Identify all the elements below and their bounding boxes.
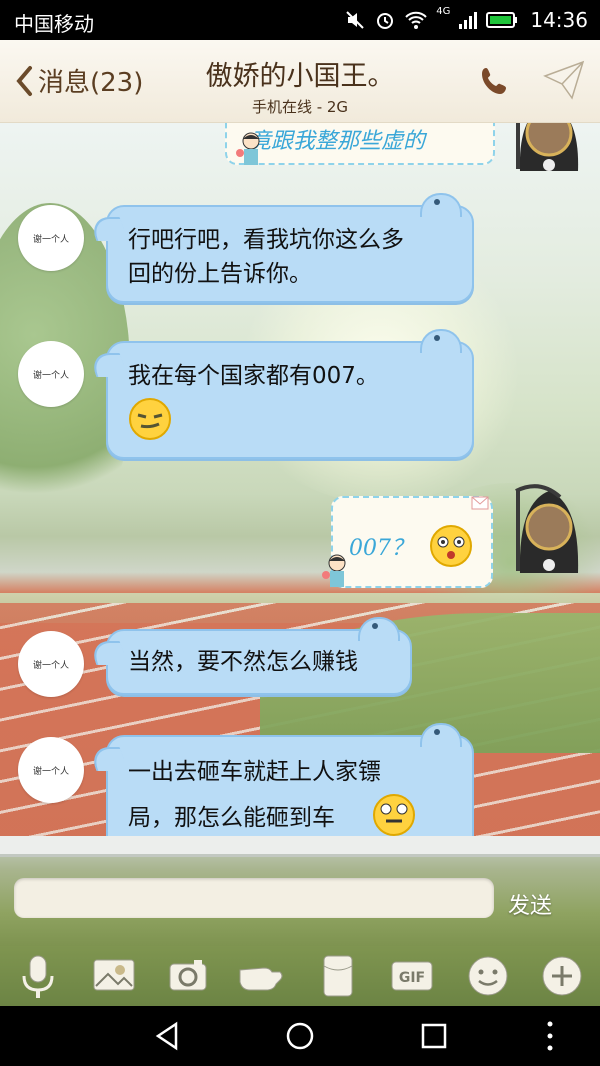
bg-curb	[0, 836, 600, 857]
gif-button[interactable]: GIF	[386, 950, 438, 1002]
red-packet-button[interactable]	[312, 950, 364, 1002]
clock: 14:36	[530, 8, 588, 32]
microphone-icon	[22, 955, 54, 998]
emoji-button[interactable]	[462, 950, 514, 1002]
shocked-face-icon	[430, 525, 472, 567]
contact-status: 手机在线 - 2G	[251, 98, 349, 116]
message-text: 局，那怎么能砸到车	[128, 805, 335, 831]
hand-icon	[239, 967, 283, 991]
camera-button[interactable]	[162, 950, 214, 1002]
back-label: 消息(23)	[38, 68, 144, 98]
phone-icon	[482, 68, 506, 94]
smiley-icon	[468, 956, 508, 996]
alarm-icon	[377, 13, 394, 29]
envelope-icon	[323, 955, 353, 997]
message-text: 竟跟我整那些虚的	[249, 129, 426, 154]
system-nav-bar	[0, 1006, 600, 1066]
more-options-button[interactable]	[536, 950, 588, 1002]
svg-text:GIF: GIF	[399, 970, 425, 986]
nav-menu-button[interactable]	[530, 1018, 570, 1054]
vertical-dots-icon	[547, 1021, 553, 1051]
message-bubble-out[interactable]: 竟跟我整那些虚的	[225, 123, 495, 165]
square-recents-icon	[421, 1023, 447, 1049]
avatar-text: 谢一个人	[32, 660, 69, 671]
paper-plane-icon	[543, 60, 585, 100]
peer-avatar[interactable]: 谢一个人	[18, 205, 84, 271]
avatar-text: 谢一个人	[32, 370, 69, 381]
camera-icon	[169, 960, 207, 991]
mute-icon	[346, 11, 364, 29]
gif-icon: GIF	[391, 961, 433, 991]
triangle-back-icon	[155, 1021, 178, 1051]
photo-button[interactable]	[88, 950, 140, 1002]
message-text: 当然，要不然怎么赚钱	[128, 649, 358, 675]
message-text: 回的份上告诉你。	[128, 261, 312, 287]
bubble-ear	[420, 193, 462, 217]
avatar-text: 谢一个人	[32, 766, 69, 777]
message-text: 我在每个国家都有007。	[128, 363, 379, 389]
battery-icon	[486, 12, 518, 28]
envelope-icon	[471, 496, 489, 510]
nav-recents-button[interactable]	[414, 1018, 454, 1054]
reaper-avatar-icon	[516, 123, 579, 171]
wifi-icon	[405, 11, 427, 29]
voice-button[interactable]	[12, 950, 64, 1002]
status-bar: 中国移动 4G 14:36	[0, 0, 600, 40]
carrier-label: 中国移动	[14, 12, 94, 36]
contact-info[interactable]: 傲娇的小国王。 手机在线 - 2G	[170, 54, 430, 117]
message-bubble-in[interactable]: 当然，要不然怎么赚钱	[106, 617, 412, 695]
peer-avatar[interactable]: 谢一个人	[18, 737, 84, 803]
more-button[interactable]	[542, 58, 586, 106]
network-type: 4G	[436, 6, 451, 17]
chevron-left-icon	[16, 65, 32, 96]
peer-avatar[interactable]: 谢一个人	[18, 631, 84, 697]
message-bubble-out[interactable]: 007？	[331, 496, 493, 588]
peer-avatar[interactable]: 谢一个人	[18, 341, 84, 407]
chat-header: 消息(23) 傲娇的小国王。 手机在线 - 2G	[0, 40, 600, 123]
input-area: 发送	[0, 836, 600, 946]
my-avatar[interactable]	[510, 123, 588, 171]
chat-area[interactable]: 竟跟我整那些虚的 谢一个人 行吧行吧，看我坑你这么多 回的份上告诉你。 谢一个人…	[0, 123, 600, 836]
nav-home-button[interactable]	[280, 1018, 320, 1054]
reaper-avatar-icon	[515, 484, 579, 573]
picture-icon	[93, 959, 135, 991]
sticker-boy-icon	[236, 132, 260, 165]
back-button[interactable]: 消息(23)	[14, 62, 143, 99]
message-input[interactable]	[14, 878, 494, 918]
call-button[interactable]	[478, 64, 512, 102]
send-button[interactable]: 发送	[508, 888, 552, 920]
circle-home-icon	[286, 1022, 314, 1050]
my-avatar[interactable]	[510, 483, 588, 573]
message-text: 一出去砸车就赶上人家镖	[128, 759, 381, 785]
message-text: 行吧行吧，看我坑你这么多	[128, 227, 404, 253]
signal-icon	[459, 12, 478, 29]
message-bubble-in[interactable]: 我在每个国家都有007。	[106, 329, 474, 459]
sticker-boy-icon	[322, 554, 346, 587]
poke-button[interactable]	[236, 950, 288, 1002]
avatar-text: 谢一个人	[32, 234, 69, 245]
message-bubble-in[interactable]: 行吧行吧，看我坑你这么多 回的份上告诉你。	[106, 193, 474, 303]
message-bubble-in[interactable]: 一出去砸车就赶上人家镖 局，那怎么能砸到车	[106, 723, 474, 836]
dizzy-face-icon	[373, 794, 415, 836]
nav-back-button[interactable]	[148, 1018, 188, 1054]
message-text: 007？	[349, 536, 413, 561]
contact-name: 傲娇的小国王。	[205, 61, 395, 92]
plus-icon	[542, 956, 582, 996]
smug-face-icon	[129, 398, 171, 440]
input-toolbar: GIF	[0, 946, 600, 1006]
